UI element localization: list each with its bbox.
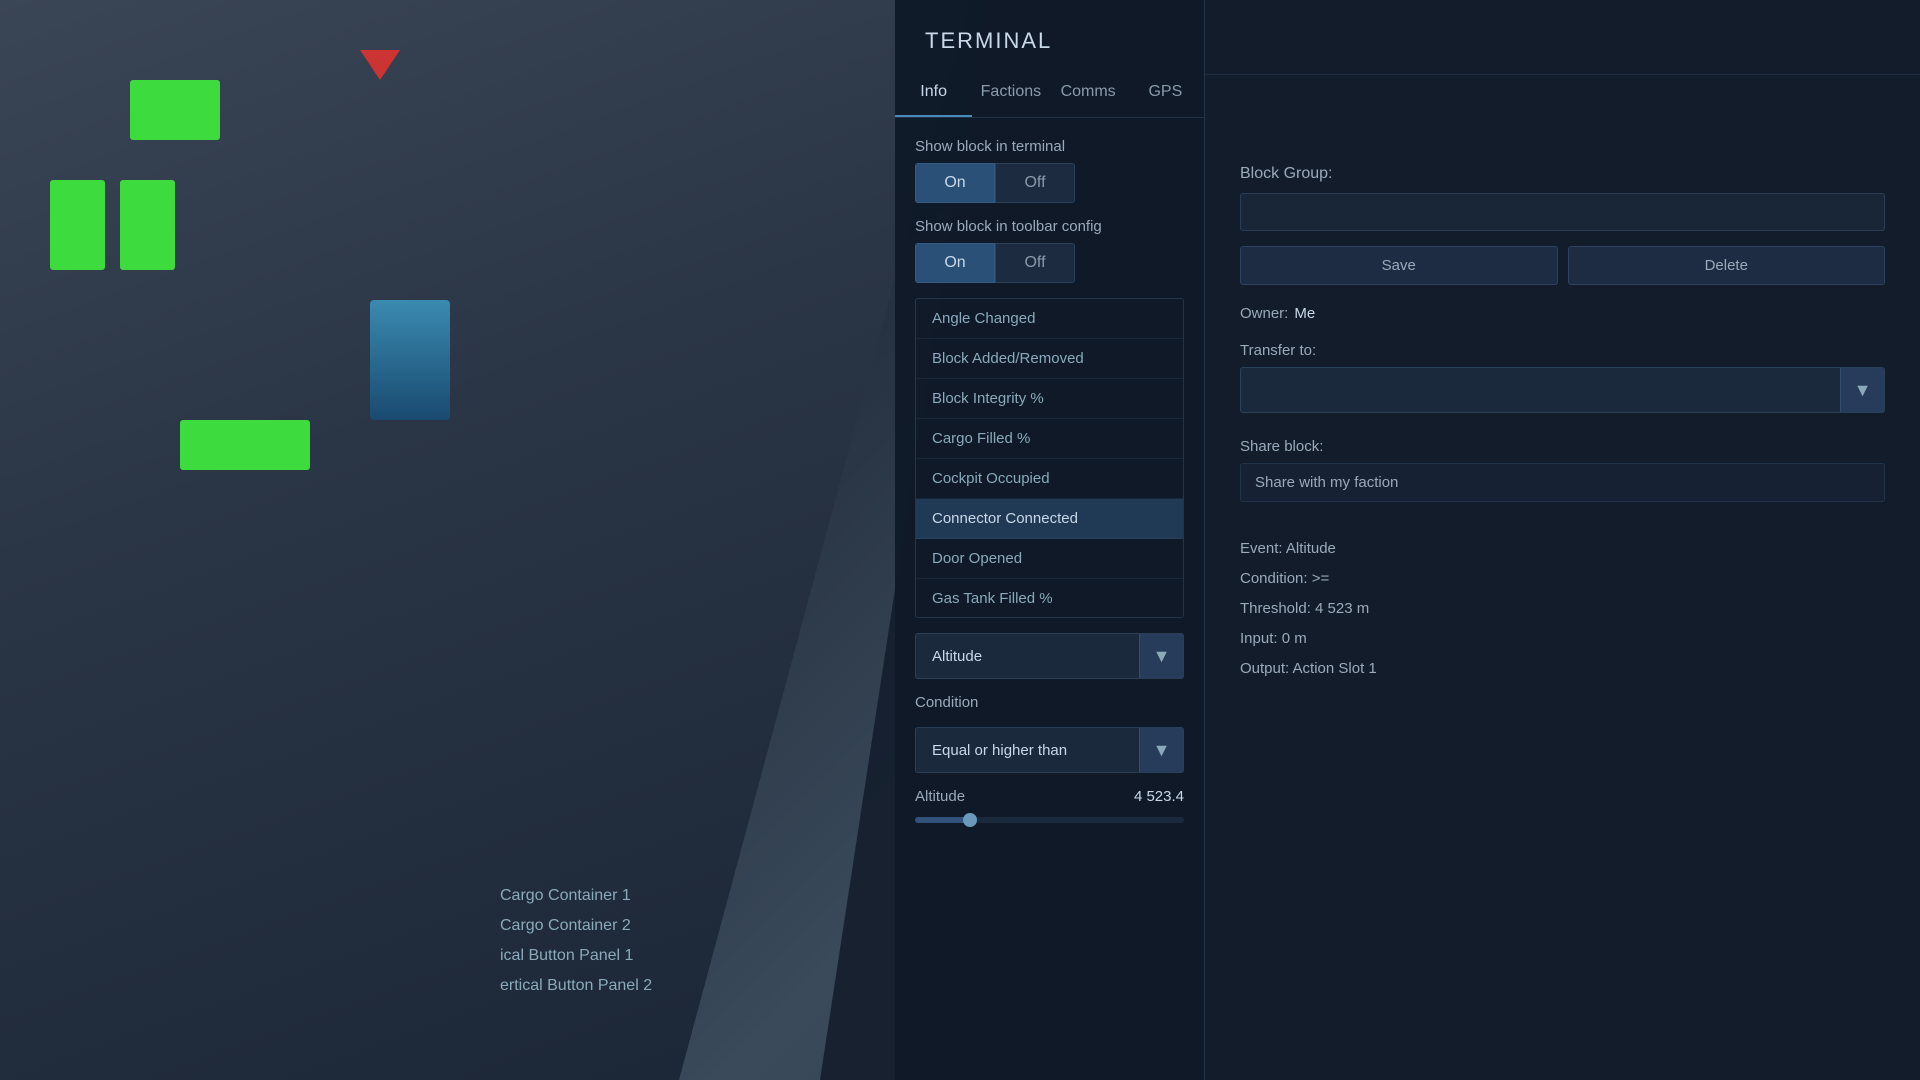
event-dropdown[interactable]: Altitude ▼ <box>915 633 1184 679</box>
show-in-toolbar-on[interactable]: On <box>915 243 995 283</box>
cockpit-screen-3 <box>50 180 105 270</box>
cockpit-panel <box>0 0 970 1080</box>
right-panel-header-spacer <box>1205 0 1920 75</box>
show-in-toolbar-off[interactable]: Off <box>995 243 1075 283</box>
show-in-terminal-off[interactable]: Off <box>995 163 1075 203</box>
event-info-section: Event: Altitude Condition: >= Threshold:… <box>1240 537 1885 681</box>
show-in-terminal-label: Show block in terminal <box>915 138 1184 155</box>
save-delete-row: Save Delete <box>1240 246 1885 285</box>
event-info-input: Input: 0 m <box>1240 627 1885 651</box>
altitude-section: Altitude 4 523.4 <box>915 788 1184 823</box>
tab-info[interactable]: Info <box>895 69 972 117</box>
delete-button[interactable]: Delete <box>1568 246 1886 285</box>
share-section: Share block: Share with my faction <box>1240 438 1885 502</box>
owner-label: Owner: <box>1240 305 1288 322</box>
condition-dropdown[interactable]: Equal or higher than ▼ <box>915 727 1184 773</box>
right-panel-content: Block Group: Save Delete Owner: Me Trans… <box>1205 135 1920 711</box>
owner-row: Owner: Me <box>1240 305 1885 322</box>
event-info-output: Output: Action Slot 1 <box>1240 657 1885 681</box>
transfer-dropdown[interactable]: ▼ <box>1240 367 1885 413</box>
transfer-dropdown-value <box>1241 378 1840 402</box>
show-in-terminal-toggle: On Off <box>915 163 1075 203</box>
event-dropdown-arrow[interactable]: ▼ <box>1139 634 1183 678</box>
cockpit-indicator <box>360 50 400 80</box>
transfer-section: Transfer to: ▼ <box>1240 342 1885 413</box>
cockpit-screen-4 <box>120 180 175 270</box>
condition-dropdown-value: Equal or higher than <box>916 730 1139 771</box>
event-block-added-removed[interactable]: Block Added/Removed <box>916 339 1183 379</box>
terminal-container: Terminal Info Factions Comms GPS Show bl… <box>895 0 1920 1080</box>
tab-factions[interactable]: Factions <box>972 69 1049 117</box>
show-in-terminal-on[interactable]: On <box>915 163 995 203</box>
event-cockpit-occupied[interactable]: Cockpit Occupied <box>916 459 1183 499</box>
show-in-toolbar-toggle: On Off <box>915 243 1075 283</box>
block-group-section: Block Group: Save Delete <box>1240 165 1885 285</box>
condition-section: Condition Equal or higher than ▼ <box>915 694 1184 773</box>
altitude-slider-thumb[interactable] <box>963 813 977 827</box>
event-info-condition: Condition: >= <box>1240 567 1885 591</box>
transfer-dropdown-arrow[interactable]: ▼ <box>1840 368 1884 412</box>
tab-gps[interactable]: GPS <box>1127 69 1204 117</box>
event-info-threshold: Threshold: 4 523 m <box>1240 597 1885 621</box>
event-info-event: Event: Altitude <box>1240 537 1885 561</box>
list-item[interactable]: Cargo Container 2 <box>500 912 800 940</box>
cockpit-blue-screen <box>370 300 450 420</box>
owner-value: Me <box>1294 305 1315 322</box>
event-connector-connected[interactable]: Connector Connected <box>916 499 1183 539</box>
altitude-header: Altitude 4 523.4 <box>915 788 1184 805</box>
terminal-right-panel: Block Group: Save Delete Owner: Me Trans… <box>1205 0 1920 1080</box>
block-group-input[interactable] <box>1240 193 1885 231</box>
share-block-label: Share block: <box>1240 438 1885 455</box>
altitude-slider-fill <box>915 817 969 823</box>
event-cargo-filled[interactable]: Cargo Filled % <box>916 419 1183 459</box>
event-list: Angle Changed Block Added/Removed Block … <box>915 298 1184 618</box>
event-angle-changed[interactable]: Angle Changed <box>916 299 1183 339</box>
transfer-label: Transfer to: <box>1240 342 1885 359</box>
share-block-value: Share with my faction <box>1240 463 1885 502</box>
altitude-slider-track[interactable] <box>915 817 1184 823</box>
cockpit-screen-2 <box>180 420 310 470</box>
terminal-content: Show block in terminal On Off Show block… <box>895 118 1204 1080</box>
list-item[interactable]: ical Button Panel 1 <box>500 942 800 970</box>
show-in-terminal-section: Show block in terminal On Off <box>915 138 1184 203</box>
cockpit-screen-1 <box>130 80 220 140</box>
save-button[interactable]: Save <box>1240 246 1558 285</box>
condition-label: Condition <box>915 694 1184 711</box>
block-group-label: Block Group: <box>1240 165 1885 183</box>
altitude-label: Altitude <box>915 788 965 805</box>
event-door-opened[interactable]: Door Opened <box>916 539 1183 579</box>
condition-dropdown-arrow[interactable]: ▼ <box>1139 728 1183 772</box>
terminal-title: Terminal <box>895 0 1204 69</box>
item-list: Cargo Container 1 Cargo Container 2 ical… <box>500 882 800 1000</box>
list-item[interactable]: ertical Button Panel 2 <box>500 972 800 1000</box>
altitude-value: 4 523.4 <box>1134 788 1184 805</box>
event-gas-tank-filled[interactable]: Gas Tank Filled % <box>916 579 1183 618</box>
terminal-tabs: Info Factions Comms GPS <box>895 69 1204 118</box>
list-item[interactable]: Cargo Container 1 <box>500 882 800 910</box>
event-dropdown-value: Altitude <box>916 636 1139 677</box>
event-block-integrity[interactable]: Block Integrity % <box>916 379 1183 419</box>
terminal-left-panel: Terminal Info Factions Comms GPS Show bl… <box>895 0 1205 1080</box>
show-in-toolbar-label: Show block in toolbar config <box>915 218 1184 235</box>
show-in-toolbar-section: Show block in toolbar config On Off <box>915 218 1184 283</box>
tab-comms[interactable]: Comms <box>1050 69 1127 117</box>
